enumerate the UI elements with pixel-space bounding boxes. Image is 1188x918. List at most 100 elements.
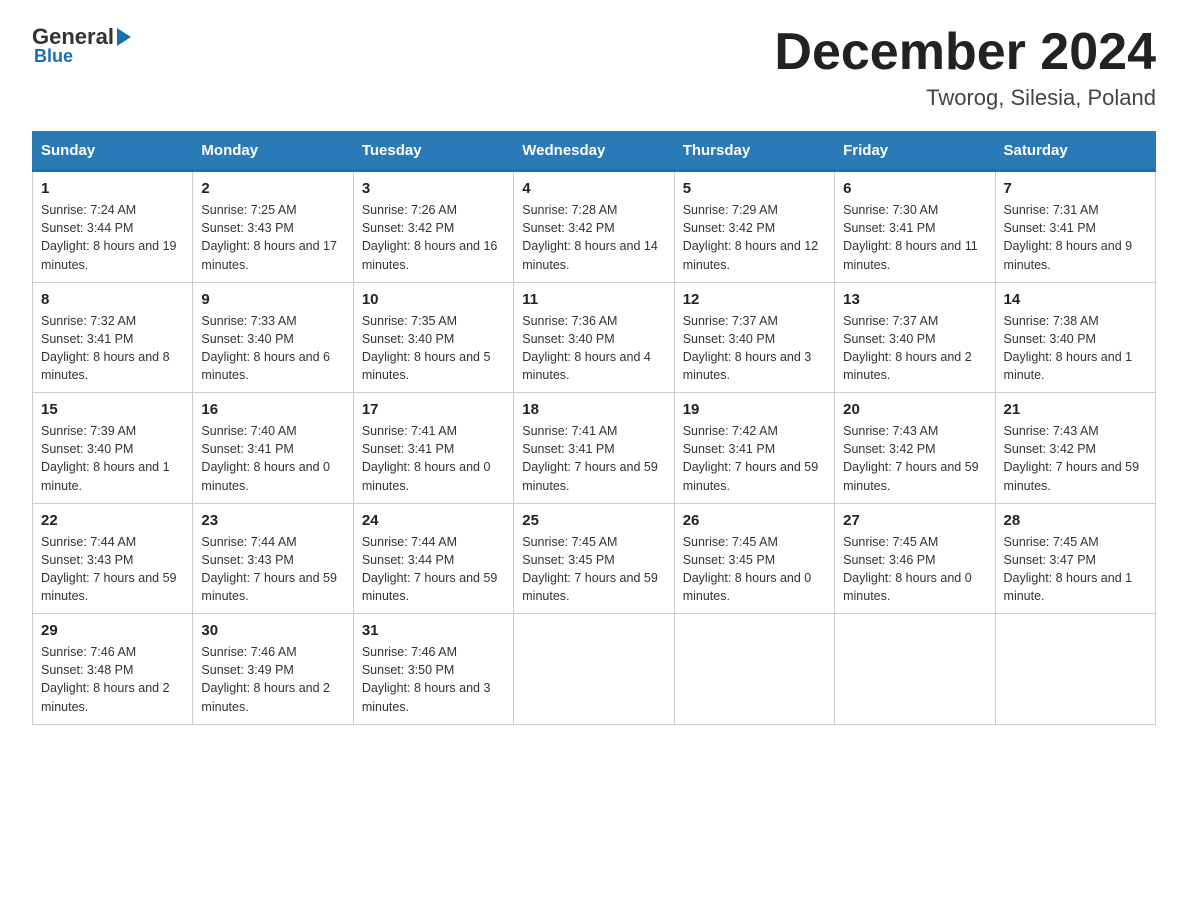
day-info: Sunrise: 7:41 AMSunset: 3:41 PMDaylight:… (522, 424, 658, 492)
week-row-1: 1 Sunrise: 7:24 AMSunset: 3:44 PMDayligh… (33, 171, 1156, 283)
calendar-cell: 17 Sunrise: 7:41 AMSunset: 3:41 PMDaylig… (353, 393, 513, 504)
calendar-cell: 6 Sunrise: 7:30 AMSunset: 3:41 PMDayligh… (835, 171, 995, 283)
day-info: Sunrise: 7:32 AMSunset: 3:41 PMDaylight:… (41, 314, 170, 382)
calendar-cell: 31 Sunrise: 7:46 AMSunset: 3:50 PMDaylig… (353, 614, 513, 725)
day-info: Sunrise: 7:44 AMSunset: 3:44 PMDaylight:… (362, 535, 498, 603)
calendar-cell: 5 Sunrise: 7:29 AMSunset: 3:42 PMDayligh… (674, 171, 834, 283)
day-number: 25 (522, 512, 665, 529)
calendar-cell: 16 Sunrise: 7:40 AMSunset: 3:41 PMDaylig… (193, 393, 353, 504)
calendar-cell: 9 Sunrise: 7:33 AMSunset: 3:40 PMDayligh… (193, 282, 353, 393)
page-header: General Blue December 2024 Tworog, Siles… (32, 24, 1156, 111)
day-info: Sunrise: 7:26 AMSunset: 3:42 PMDaylight:… (362, 203, 498, 271)
day-number: 4 (522, 180, 665, 197)
day-number: 31 (362, 622, 505, 639)
location-title: Tworog, Silesia, Poland (774, 85, 1156, 111)
day-info: Sunrise: 7:42 AMSunset: 3:41 PMDaylight:… (683, 424, 819, 492)
week-row-3: 15 Sunrise: 7:39 AMSunset: 3:40 PMDaylig… (33, 393, 1156, 504)
day-info: Sunrise: 7:41 AMSunset: 3:41 PMDaylight:… (362, 424, 491, 492)
day-number: 14 (1004, 291, 1147, 308)
header-day-wednesday: Wednesday (514, 132, 674, 171)
calendar-cell: 8 Sunrise: 7:32 AMSunset: 3:41 PMDayligh… (33, 282, 193, 393)
day-info: Sunrise: 7:44 AMSunset: 3:43 PMDaylight:… (201, 535, 337, 603)
day-number: 11 (522, 291, 665, 308)
calendar-cell: 20 Sunrise: 7:43 AMSunset: 3:42 PMDaylig… (835, 393, 995, 504)
day-number: 22 (41, 512, 184, 529)
logo: General Blue (32, 24, 134, 67)
title-area: December 2024 Tworog, Silesia, Poland (774, 24, 1156, 111)
calendar-cell: 3 Sunrise: 7:26 AMSunset: 3:42 PMDayligh… (353, 171, 513, 283)
day-number: 23 (201, 512, 344, 529)
day-number: 12 (683, 291, 826, 308)
day-info: Sunrise: 7:33 AMSunset: 3:40 PMDaylight:… (201, 314, 330, 382)
logo-arrow-icon (117, 28, 131, 46)
week-row-4: 22 Sunrise: 7:44 AMSunset: 3:43 PMDaylig… (33, 503, 1156, 614)
day-number: 8 (41, 291, 184, 308)
day-number: 21 (1004, 401, 1147, 418)
day-number: 20 (843, 401, 986, 418)
calendar-cell: 4 Sunrise: 7:28 AMSunset: 3:42 PMDayligh… (514, 171, 674, 283)
day-number: 19 (683, 401, 826, 418)
calendar-cell: 10 Sunrise: 7:35 AMSunset: 3:40 PMDaylig… (353, 282, 513, 393)
header-day-tuesday: Tuesday (353, 132, 513, 171)
day-number: 5 (683, 180, 826, 197)
day-info: Sunrise: 7:37 AMSunset: 3:40 PMDaylight:… (683, 314, 812, 382)
calendar-cell: 27 Sunrise: 7:45 AMSunset: 3:46 PMDaylig… (835, 503, 995, 614)
day-info: Sunrise: 7:44 AMSunset: 3:43 PMDaylight:… (41, 535, 177, 603)
day-number: 1 (41, 180, 184, 197)
day-info: Sunrise: 7:43 AMSunset: 3:42 PMDaylight:… (843, 424, 979, 492)
day-info: Sunrise: 7:45 AMSunset: 3:45 PMDaylight:… (683, 535, 812, 603)
day-info: Sunrise: 7:37 AMSunset: 3:40 PMDaylight:… (843, 314, 972, 382)
header-day-saturday: Saturday (995, 132, 1155, 171)
day-number: 9 (201, 291, 344, 308)
calendar-cell: 26 Sunrise: 7:45 AMSunset: 3:45 PMDaylig… (674, 503, 834, 614)
calendar-cell: 1 Sunrise: 7:24 AMSunset: 3:44 PMDayligh… (33, 171, 193, 283)
calendar-cell (674, 614, 834, 725)
day-number: 2 (201, 180, 344, 197)
calendar-cell: 25 Sunrise: 7:45 AMSunset: 3:45 PMDaylig… (514, 503, 674, 614)
day-info: Sunrise: 7:30 AMSunset: 3:41 PMDaylight:… (843, 203, 978, 271)
header-day-monday: Monday (193, 132, 353, 171)
week-row-2: 8 Sunrise: 7:32 AMSunset: 3:41 PMDayligh… (33, 282, 1156, 393)
day-number: 3 (362, 180, 505, 197)
calendar-cell (835, 614, 995, 725)
calendar-cell: 13 Sunrise: 7:37 AMSunset: 3:40 PMDaylig… (835, 282, 995, 393)
day-info: Sunrise: 7:40 AMSunset: 3:41 PMDaylight:… (201, 424, 330, 492)
day-info: Sunrise: 7:38 AMSunset: 3:40 PMDaylight:… (1004, 314, 1133, 382)
calendar-cell: 30 Sunrise: 7:46 AMSunset: 3:49 PMDaylig… (193, 614, 353, 725)
day-info: Sunrise: 7:39 AMSunset: 3:40 PMDaylight:… (41, 424, 170, 492)
calendar-cell: 19 Sunrise: 7:42 AMSunset: 3:41 PMDaylig… (674, 393, 834, 504)
day-number: 26 (683, 512, 826, 529)
calendar-cell: 24 Sunrise: 7:44 AMSunset: 3:44 PMDaylig… (353, 503, 513, 614)
day-info: Sunrise: 7:25 AMSunset: 3:43 PMDaylight:… (201, 203, 337, 271)
day-info: Sunrise: 7:45 AMSunset: 3:47 PMDaylight:… (1004, 535, 1133, 603)
day-number: 17 (362, 401, 505, 418)
day-number: 29 (41, 622, 184, 639)
day-info: Sunrise: 7:28 AMSunset: 3:42 PMDaylight:… (522, 203, 658, 271)
header-row: SundayMondayTuesdayWednesdayThursdayFrid… (33, 132, 1156, 171)
calendar-cell: 2 Sunrise: 7:25 AMSunset: 3:43 PMDayligh… (193, 171, 353, 283)
day-info: Sunrise: 7:43 AMSunset: 3:42 PMDaylight:… (1004, 424, 1140, 492)
day-number: 24 (362, 512, 505, 529)
day-number: 27 (843, 512, 986, 529)
day-number: 7 (1004, 180, 1147, 197)
day-number: 13 (843, 291, 986, 308)
day-info: Sunrise: 7:24 AMSunset: 3:44 PMDaylight:… (41, 203, 177, 271)
calendar-cell: 28 Sunrise: 7:45 AMSunset: 3:47 PMDaylig… (995, 503, 1155, 614)
day-number: 18 (522, 401, 665, 418)
week-row-5: 29 Sunrise: 7:46 AMSunset: 3:48 PMDaylig… (33, 614, 1156, 725)
day-info: Sunrise: 7:46 AMSunset: 3:50 PMDaylight:… (362, 645, 491, 713)
calendar-cell: 11 Sunrise: 7:36 AMSunset: 3:40 PMDaylig… (514, 282, 674, 393)
calendar-cell: 22 Sunrise: 7:44 AMSunset: 3:43 PMDaylig… (33, 503, 193, 614)
day-info: Sunrise: 7:46 AMSunset: 3:48 PMDaylight:… (41, 645, 170, 713)
day-number: 6 (843, 180, 986, 197)
calendar-cell: 29 Sunrise: 7:46 AMSunset: 3:48 PMDaylig… (33, 614, 193, 725)
calendar-cell: 18 Sunrise: 7:41 AMSunset: 3:41 PMDaylig… (514, 393, 674, 504)
header-day-friday: Friday (835, 132, 995, 171)
day-number: 15 (41, 401, 184, 418)
day-number: 28 (1004, 512, 1147, 529)
calendar-table: SundayMondayTuesdayWednesdayThursdayFrid… (32, 131, 1156, 725)
day-number: 10 (362, 291, 505, 308)
month-title: December 2024 (774, 24, 1156, 81)
day-info: Sunrise: 7:31 AMSunset: 3:41 PMDaylight:… (1004, 203, 1133, 271)
day-info: Sunrise: 7:45 AMSunset: 3:46 PMDaylight:… (843, 535, 972, 603)
